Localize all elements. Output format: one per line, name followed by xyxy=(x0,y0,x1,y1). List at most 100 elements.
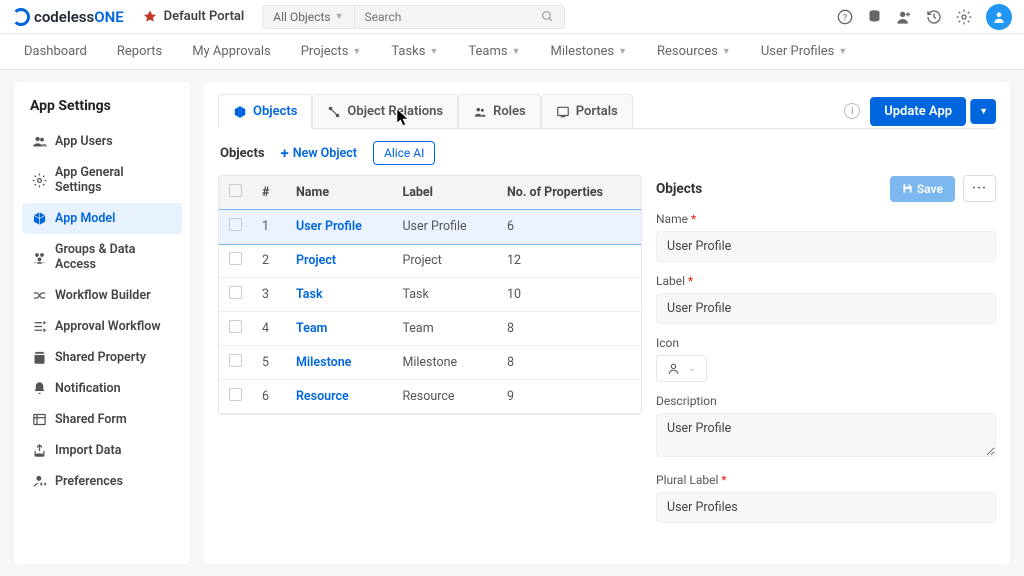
user-add-icon[interactable] xyxy=(896,9,912,25)
tab-portals[interactable]: Portals xyxy=(541,94,633,128)
tab-object-relations[interactable]: Object Relations xyxy=(312,94,458,128)
objects-table: #NameLabelNo. of Properties 1User Profil… xyxy=(218,175,642,415)
nav-my-approvals[interactable]: My Approvals xyxy=(192,44,271,59)
col-header[interactable]: No. of Properties xyxy=(497,176,641,210)
nav-tasks[interactable]: Tasks▼ xyxy=(391,44,438,59)
portal-icon xyxy=(142,9,158,25)
object-link[interactable]: Milestone xyxy=(296,355,351,370)
nav-user-profiles[interactable]: User Profiles▼ xyxy=(761,44,847,59)
alice-ai-button[interactable]: Alice AI xyxy=(373,141,435,165)
object-link[interactable]: User Profile xyxy=(296,219,362,234)
svg-text:?: ? xyxy=(843,12,848,23)
sidebar-item-app-model[interactable]: App Model xyxy=(22,203,182,234)
row-checkbox[interactable] xyxy=(229,354,242,367)
content-panel: ObjectsObject RelationsRolesPortals i Up… xyxy=(204,82,1010,564)
sidebar-icon xyxy=(32,288,47,303)
info-icon[interactable]: i xyxy=(844,103,860,119)
sidebar-item-approval-workflow[interactable]: Approval Workflow xyxy=(22,311,182,342)
sidebar-icon xyxy=(32,443,47,458)
update-app-button[interactable]: Update App xyxy=(870,97,966,126)
object-link[interactable]: Team xyxy=(296,321,327,336)
row-checkbox[interactable] xyxy=(229,252,242,265)
sidebar-icon xyxy=(32,173,47,188)
sidebar-icon xyxy=(32,381,47,396)
tab-roles[interactable]: Roles xyxy=(458,94,541,128)
settings-icon[interactable] xyxy=(956,9,972,25)
nav-projects[interactable]: Projects▼ xyxy=(301,44,362,59)
brand-logo[interactable]: codelessONE xyxy=(12,8,124,26)
table-row[interactable]: 4TeamTeam8 xyxy=(219,312,641,346)
tab-icon xyxy=(556,105,570,119)
detail-panel: Objects Save ··· Name * Label * Icon xyxy=(656,175,996,552)
sidebar-item-shared-form[interactable]: Shared Form xyxy=(22,404,182,435)
search-icon[interactable] xyxy=(541,10,554,23)
sidebar-icon xyxy=(32,134,47,149)
avatar[interactable] xyxy=(986,4,1012,30)
row-checkbox[interactable] xyxy=(229,286,242,299)
sidebar-item-import-data[interactable]: Import Data xyxy=(22,435,182,466)
table-row[interactable]: 3TaskTask10 xyxy=(219,278,641,312)
search-input[interactable] xyxy=(355,5,565,29)
topbar: codelessONE Default Portal All Objects ▼… xyxy=(0,0,1024,34)
nav-teams[interactable]: Teams▼ xyxy=(468,44,520,59)
table-row[interactable]: 1User ProfileUser Profile6 xyxy=(219,210,641,244)
sidebar-icon xyxy=(32,250,47,265)
col-header[interactable]: Name xyxy=(286,176,392,210)
row-checkbox[interactable] xyxy=(229,218,242,231)
row-checkbox[interactable] xyxy=(229,388,242,401)
table-row[interactable]: 2ProjectProject12 xyxy=(219,244,641,278)
table-row[interactable]: 5MilestoneMilestone8 xyxy=(219,346,641,380)
sidebar-item-shared-property[interactable]: Shared Property xyxy=(22,342,182,373)
portal-label: Default Portal xyxy=(164,9,245,24)
help-icon[interactable]: ? xyxy=(837,9,853,25)
sidebar-item-groups-data-access[interactable]: Groups & Data Access xyxy=(22,234,182,280)
icon-label: Icon xyxy=(656,336,996,350)
nav-resources[interactable]: Resources▼ xyxy=(657,44,731,59)
select-all-checkbox[interactable] xyxy=(229,184,242,197)
name-field[interactable] xyxy=(656,231,996,262)
nav-reports[interactable]: Reports xyxy=(117,44,162,59)
more-button[interactable]: ··· xyxy=(963,175,996,202)
database-icon[interactable] xyxy=(867,9,882,24)
detail-title: Objects xyxy=(656,181,882,197)
sidebar-item-preferences[interactable]: Preferences xyxy=(22,466,182,497)
table-row[interactable]: 6ResourceResource9 xyxy=(219,380,641,414)
logo-icon xyxy=(12,8,30,26)
navbar: Dashboard Reports My Approvals Projects▼ Tas… xyxy=(0,34,1024,70)
sidebar-item-app-general-settings[interactable]: App General Settings xyxy=(22,157,182,203)
object-link[interactable]: Project xyxy=(296,253,336,268)
tab-icon xyxy=(473,105,487,119)
label-label: Label * xyxy=(656,274,996,288)
save-button[interactable]: Save xyxy=(890,176,955,202)
object-link[interactable]: Task xyxy=(296,287,323,302)
col-header[interactable]: Label xyxy=(392,176,497,210)
row-checkbox[interactable] xyxy=(229,320,242,333)
objects-heading: Objects xyxy=(220,146,265,161)
tab-icon xyxy=(233,105,247,119)
sidebar-icon xyxy=(32,474,47,489)
portal-selector[interactable]: Default Portal xyxy=(142,9,245,25)
sidebar-icon xyxy=(32,319,47,334)
col-header[interactable]: # xyxy=(252,176,286,210)
nav-milestones[interactable]: Milestones▼ xyxy=(551,44,628,59)
icon-select[interactable]: ⌄ xyxy=(656,355,707,382)
person-icon xyxy=(667,362,680,375)
desc-field[interactable]: User Profile xyxy=(656,413,996,457)
update-app-dropdown[interactable]: ▼ xyxy=(970,99,996,124)
label-field[interactable] xyxy=(656,293,996,324)
sidebar-item-notification[interactable]: Notification xyxy=(22,373,182,404)
sidebar-item-workflow-builder[interactable]: Workflow Builder xyxy=(22,280,182,311)
logo-text-right: ONE xyxy=(94,8,123,26)
logo-text-left: codeless xyxy=(34,8,94,26)
history-icon[interactable] xyxy=(926,9,942,25)
sidebar-item-app-users[interactable]: App Users xyxy=(22,126,182,157)
nav-dashboard[interactable]: Dashboard xyxy=(24,44,87,59)
name-label: Name * xyxy=(656,212,996,226)
object-link[interactable]: Resource xyxy=(296,389,349,404)
tabs: ObjectsObject RelationsRolesPortals i Up… xyxy=(218,94,996,129)
plural-field[interactable] xyxy=(656,492,996,523)
new-object-button[interactable]: +New Object xyxy=(281,144,357,162)
tab-objects[interactable]: Objects xyxy=(218,94,312,129)
objects-dropdown[interactable]: All Objects ▼ xyxy=(262,5,354,29)
sidebar-icon xyxy=(32,350,47,365)
